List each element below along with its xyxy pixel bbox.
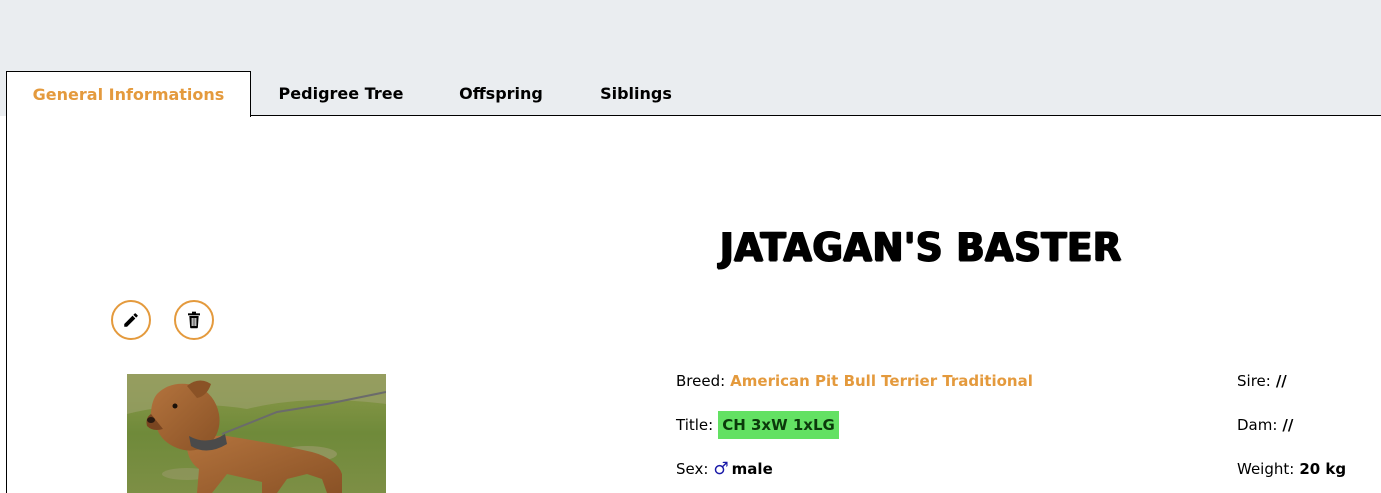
tab-siblings[interactable]: Siblings: [571, 71, 701, 116]
dog-name-title: JATAGAN'S BASTER: [720, 224, 1122, 271]
breed-label: Breed:: [676, 372, 726, 390]
trash-icon: [188, 311, 200, 329]
sex-value: male: [731, 460, 773, 478]
title-label: Title:: [676, 415, 714, 434]
sire-row: Sire: //: [1237, 370, 1287, 392]
tab-pedigree-tree[interactable]: Pedigree Tree: [251, 71, 431, 116]
tab-general-informations[interactable]: General Informations: [6, 71, 251, 117]
dam-row: Dam: //: [1237, 414, 1293, 436]
tab-offspring[interactable]: Offspring: [431, 71, 571, 116]
breed-row: Breed: American Pit Bull Terrier Traditi…: [676, 370, 1033, 392]
weight-label: Weight:: [1237, 460, 1295, 478]
title-row: Title: CH 3xW 1xLG: [676, 410, 839, 439]
title-badge: CH 3xW 1xLG: [718, 410, 839, 439]
sire-value: //: [1275, 372, 1287, 390]
sex-row: Sex: ♂ male: [676, 458, 773, 480]
sex-label: Sex:: [676, 460, 709, 478]
dog-photo: [127, 374, 386, 493]
weight-value: 20 kg: [1299, 460, 1347, 478]
sire-label: Sire:: [1237, 372, 1271, 390]
breed-link[interactable]: American Pit Bull Terrier Traditional: [730, 372, 1033, 390]
male-icon: ♂: [713, 459, 729, 479]
dam-label: Dam:: [1237, 416, 1278, 434]
dam-value: //: [1282, 416, 1294, 434]
tab-bar: General Informations Pedigree Tree Offsp…: [6, 71, 701, 117]
edit-button[interactable]: [111, 300, 151, 340]
pencil-icon: [124, 313, 138, 327]
weight-row: Weight: 20 kg: [1237, 458, 1346, 480]
delete-button[interactable]: [174, 300, 214, 340]
